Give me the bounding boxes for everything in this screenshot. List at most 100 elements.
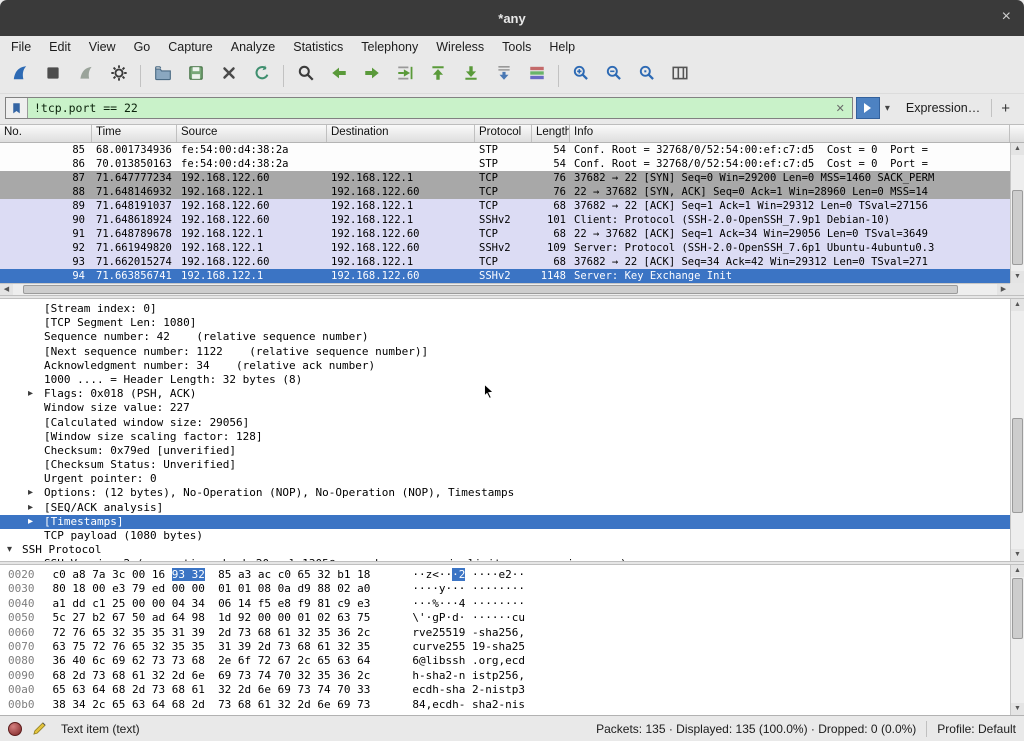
detail-line[interactable]: Window size value: 227	[0, 401, 1010, 415]
detail-line[interactable]: TCP payload (1080 bytes)	[0, 529, 1010, 543]
detail-line[interactable]: ▸SSH Version 2 (encryption:chacha20-poly…	[0, 557, 1010, 561]
close-file-button[interactable]	[212, 61, 245, 90]
hex-row[interactable]: 007063 75 72 76 65 32 35 35 31 39 2d 73 …	[0, 640, 1010, 654]
menu-wireless[interactable]: Wireless	[427, 38, 493, 56]
hex-row[interactable]: 0040a1 dd c1 25 00 00 04 34 06 14 f5 e8 …	[0, 597, 1010, 611]
packet-row-88[interactable]: 8871.648146932192.168.122.1192.168.122.6…	[0, 185, 1010, 199]
scroll-up-icon[interactable]: ▲	[1011, 143, 1024, 155]
hex-row[interactable]: 003080 18 00 e3 79 ed 00 00 01 01 08 0a …	[0, 582, 1010, 596]
expression-button[interactable]: Expression…	[895, 101, 991, 115]
detail-line[interactable]: ▾SSH Protocol	[0, 543, 1010, 557]
bytes-vscrollbar[interactable]: ▲ ▼	[1010, 565, 1024, 715]
zoom-out-button[interactable]	[597, 61, 630, 90]
detail-line[interactable]: Urgent pointer: 0	[0, 472, 1010, 486]
resize-columns-button[interactable]	[663, 61, 696, 90]
go-forward-button[interactable]	[355, 61, 388, 90]
scroll-right-icon[interactable]: ▶	[997, 284, 1010, 295]
open-file-button[interactable]	[146, 61, 179, 90]
start-capture-button[interactable]	[3, 61, 36, 90]
menu-view[interactable]: View	[80, 38, 125, 56]
collapsed-arrow-icon[interactable]: ▸	[28, 515, 33, 529]
column-header-len[interactable]: Length	[532, 125, 570, 142]
packet-row-89[interactable]: 8971.648191037192.168.122.60192.168.122.…	[0, 199, 1010, 213]
restart-capture-button[interactable]	[69, 61, 102, 90]
scroll-down-icon[interactable]: ▼	[1011, 549, 1024, 561]
detail-line[interactable]: Checksum: 0x79ed [unverified]	[0, 444, 1010, 458]
scroll-track[interactable]	[13, 284, 997, 295]
filter-apply-button[interactable]	[856, 97, 880, 119]
filter-add-button[interactable]: +	[992, 100, 1019, 117]
detail-line[interactable]: Sequence number: 42 (relative sequence n…	[0, 330, 1010, 344]
title-bar[interactable]: *any ×	[0, 0, 1024, 36]
packet-row-86[interactable]: 8670.013850163fe:54:00:d4:38:2aSTP54Conf…	[0, 157, 1010, 171]
packet-row-90[interactable]: 9071.648618924192.168.122.60192.168.122.…	[0, 213, 1010, 227]
save-file-button[interactable]	[179, 61, 212, 90]
collapsed-arrow-icon[interactable]: ▸	[28, 501, 33, 515]
menu-telephony[interactable]: Telephony	[352, 38, 427, 56]
auto-scroll-button[interactable]	[487, 61, 520, 90]
column-header-dest[interactable]: Destination	[327, 125, 475, 142]
expert-info-icon[interactable]	[8, 722, 22, 736]
detail-line[interactable]: 1000 .... = Header Length: 32 bytes (8)	[0, 373, 1010, 387]
scroll-thumb[interactable]	[1012, 418, 1023, 513]
scroll-track[interactable]	[1011, 311, 1024, 549]
detail-line[interactable]: ▸[SEQ/ACK analysis]	[0, 501, 1010, 515]
zoom-in-button[interactable]	[564, 61, 597, 90]
menu-file[interactable]: File	[2, 38, 40, 56]
details-vscrollbar[interactable]: ▲ ▼	[1010, 299, 1024, 561]
hex-row[interactable]: 006072 76 65 32 35 35 31 39 2d 73 68 61 …	[0, 626, 1010, 640]
display-filter-field[interactable]: !tcp.port == 22 ✕	[5, 97, 853, 119]
filter-history-dropdown[interactable]: ▾	[880, 103, 895, 114]
column-header-source[interactable]: Source	[177, 125, 327, 142]
packet-list-vscrollbar[interactable]: ▲ ▼	[1010, 143, 1024, 283]
hex-row[interactable]: 008036 40 6c 69 62 73 73 68 2e 6f 72 67 …	[0, 654, 1010, 668]
hex-row[interactable]: 00505c 27 b2 67 50 ad 64 98 1d 92 00 00 …	[0, 611, 1010, 625]
detail-line[interactable]: [Checksum Status: Unverified]	[0, 458, 1010, 472]
packet-row-91[interactable]: 9171.648789678192.168.122.1192.168.122.6…	[0, 227, 1010, 241]
scroll-track[interactable]	[1011, 155, 1024, 271]
scroll-left-icon[interactable]: ◀	[0, 284, 13, 295]
go-first-button[interactable]	[421, 61, 454, 90]
scroll-up-icon[interactable]: ▲	[1011, 299, 1024, 311]
hex-row[interactable]: 00b038 34 2c 65 63 64 68 2d 73 68 61 32 …	[0, 698, 1010, 712]
capture-comment-icon[interactable]	[32, 721, 47, 736]
packet-row-85[interactable]: 8568.001734936fe:54:00:d4:38:2aSTP54Conf…	[0, 143, 1010, 157]
menu-tools[interactable]: Tools	[493, 38, 540, 56]
scroll-up-icon[interactable]: ▲	[1011, 565, 1024, 577]
scroll-thumb[interactable]	[1012, 578, 1023, 638]
packet-row-92[interactable]: 9271.661949820192.168.122.1192.168.122.6…	[0, 241, 1010, 255]
go-to-packet-button[interactable]	[388, 61, 421, 90]
detail-line[interactable]: [Next sequence number: 1122 (relative se…	[0, 345, 1010, 359]
detail-line[interactable]: [Calculated window size: 29056]	[0, 416, 1010, 430]
column-header-proto[interactable]: Protocol	[475, 125, 532, 142]
column-header-no[interactable]: No.	[0, 125, 92, 142]
scroll-down-icon[interactable]: ▼	[1011, 271, 1024, 283]
collapsed-arrow-icon[interactable]: ▸	[28, 387, 33, 401]
hex-row[interactable]: 00a065 63 64 68 2d 73 68 61 32 2d 6e 69 …	[0, 683, 1010, 697]
scroll-track[interactable]	[1011, 577, 1024, 703]
capture-options-button[interactable]	[102, 61, 135, 90]
column-header-time[interactable]: Time	[92, 125, 177, 142]
scroll-down-icon[interactable]: ▼	[1011, 703, 1024, 715]
detail-line[interactable]: [Stream index: 0]	[0, 302, 1010, 316]
filter-clear-button[interactable]: ✕	[829, 102, 852, 115]
collapsed-arrow-icon[interactable]: ▸	[28, 557, 33, 561]
display-filter-input[interactable]: !tcp.port == 22	[28, 101, 829, 115]
collapsed-arrow-icon[interactable]: ▸	[28, 486, 33, 500]
find-packet-button[interactable]	[289, 61, 322, 90]
menu-analyze[interactable]: Analyze	[222, 38, 284, 56]
column-header-info[interactable]: Info	[570, 125, 1010, 142]
stop-capture-button[interactable]	[36, 61, 69, 90]
status-profile[interactable]: Profile: Default	[937, 722, 1016, 736]
detail-line[interactable]: ▸Options: (12 bytes), No-Operation (NOP)…	[0, 486, 1010, 500]
window-close-button[interactable]: ×	[1002, 8, 1011, 26]
hex-row[interactable]: 0020c0 a8 7a 3c 00 16 93 32 85 a3 ac c0 …	[0, 568, 1010, 582]
packet-row-93[interactable]: 9371.662015274192.168.122.60192.168.122.…	[0, 255, 1010, 269]
reload-button[interactable]	[245, 61, 278, 90]
menu-go[interactable]: Go	[125, 38, 160, 56]
scroll-thumb[interactable]	[1012, 190, 1023, 265]
packet-list-hscrollbar[interactable]: ◀ ▶	[0, 283, 1010, 295]
hex-row[interactable]: 009068 2d 73 68 61 32 2d 6e 69 73 74 70 …	[0, 669, 1010, 683]
packet-row-94[interactable]: 9471.663856741192.168.122.1192.168.122.6…	[0, 269, 1010, 283]
expanded-arrow-icon[interactable]: ▾	[7, 543, 12, 557]
